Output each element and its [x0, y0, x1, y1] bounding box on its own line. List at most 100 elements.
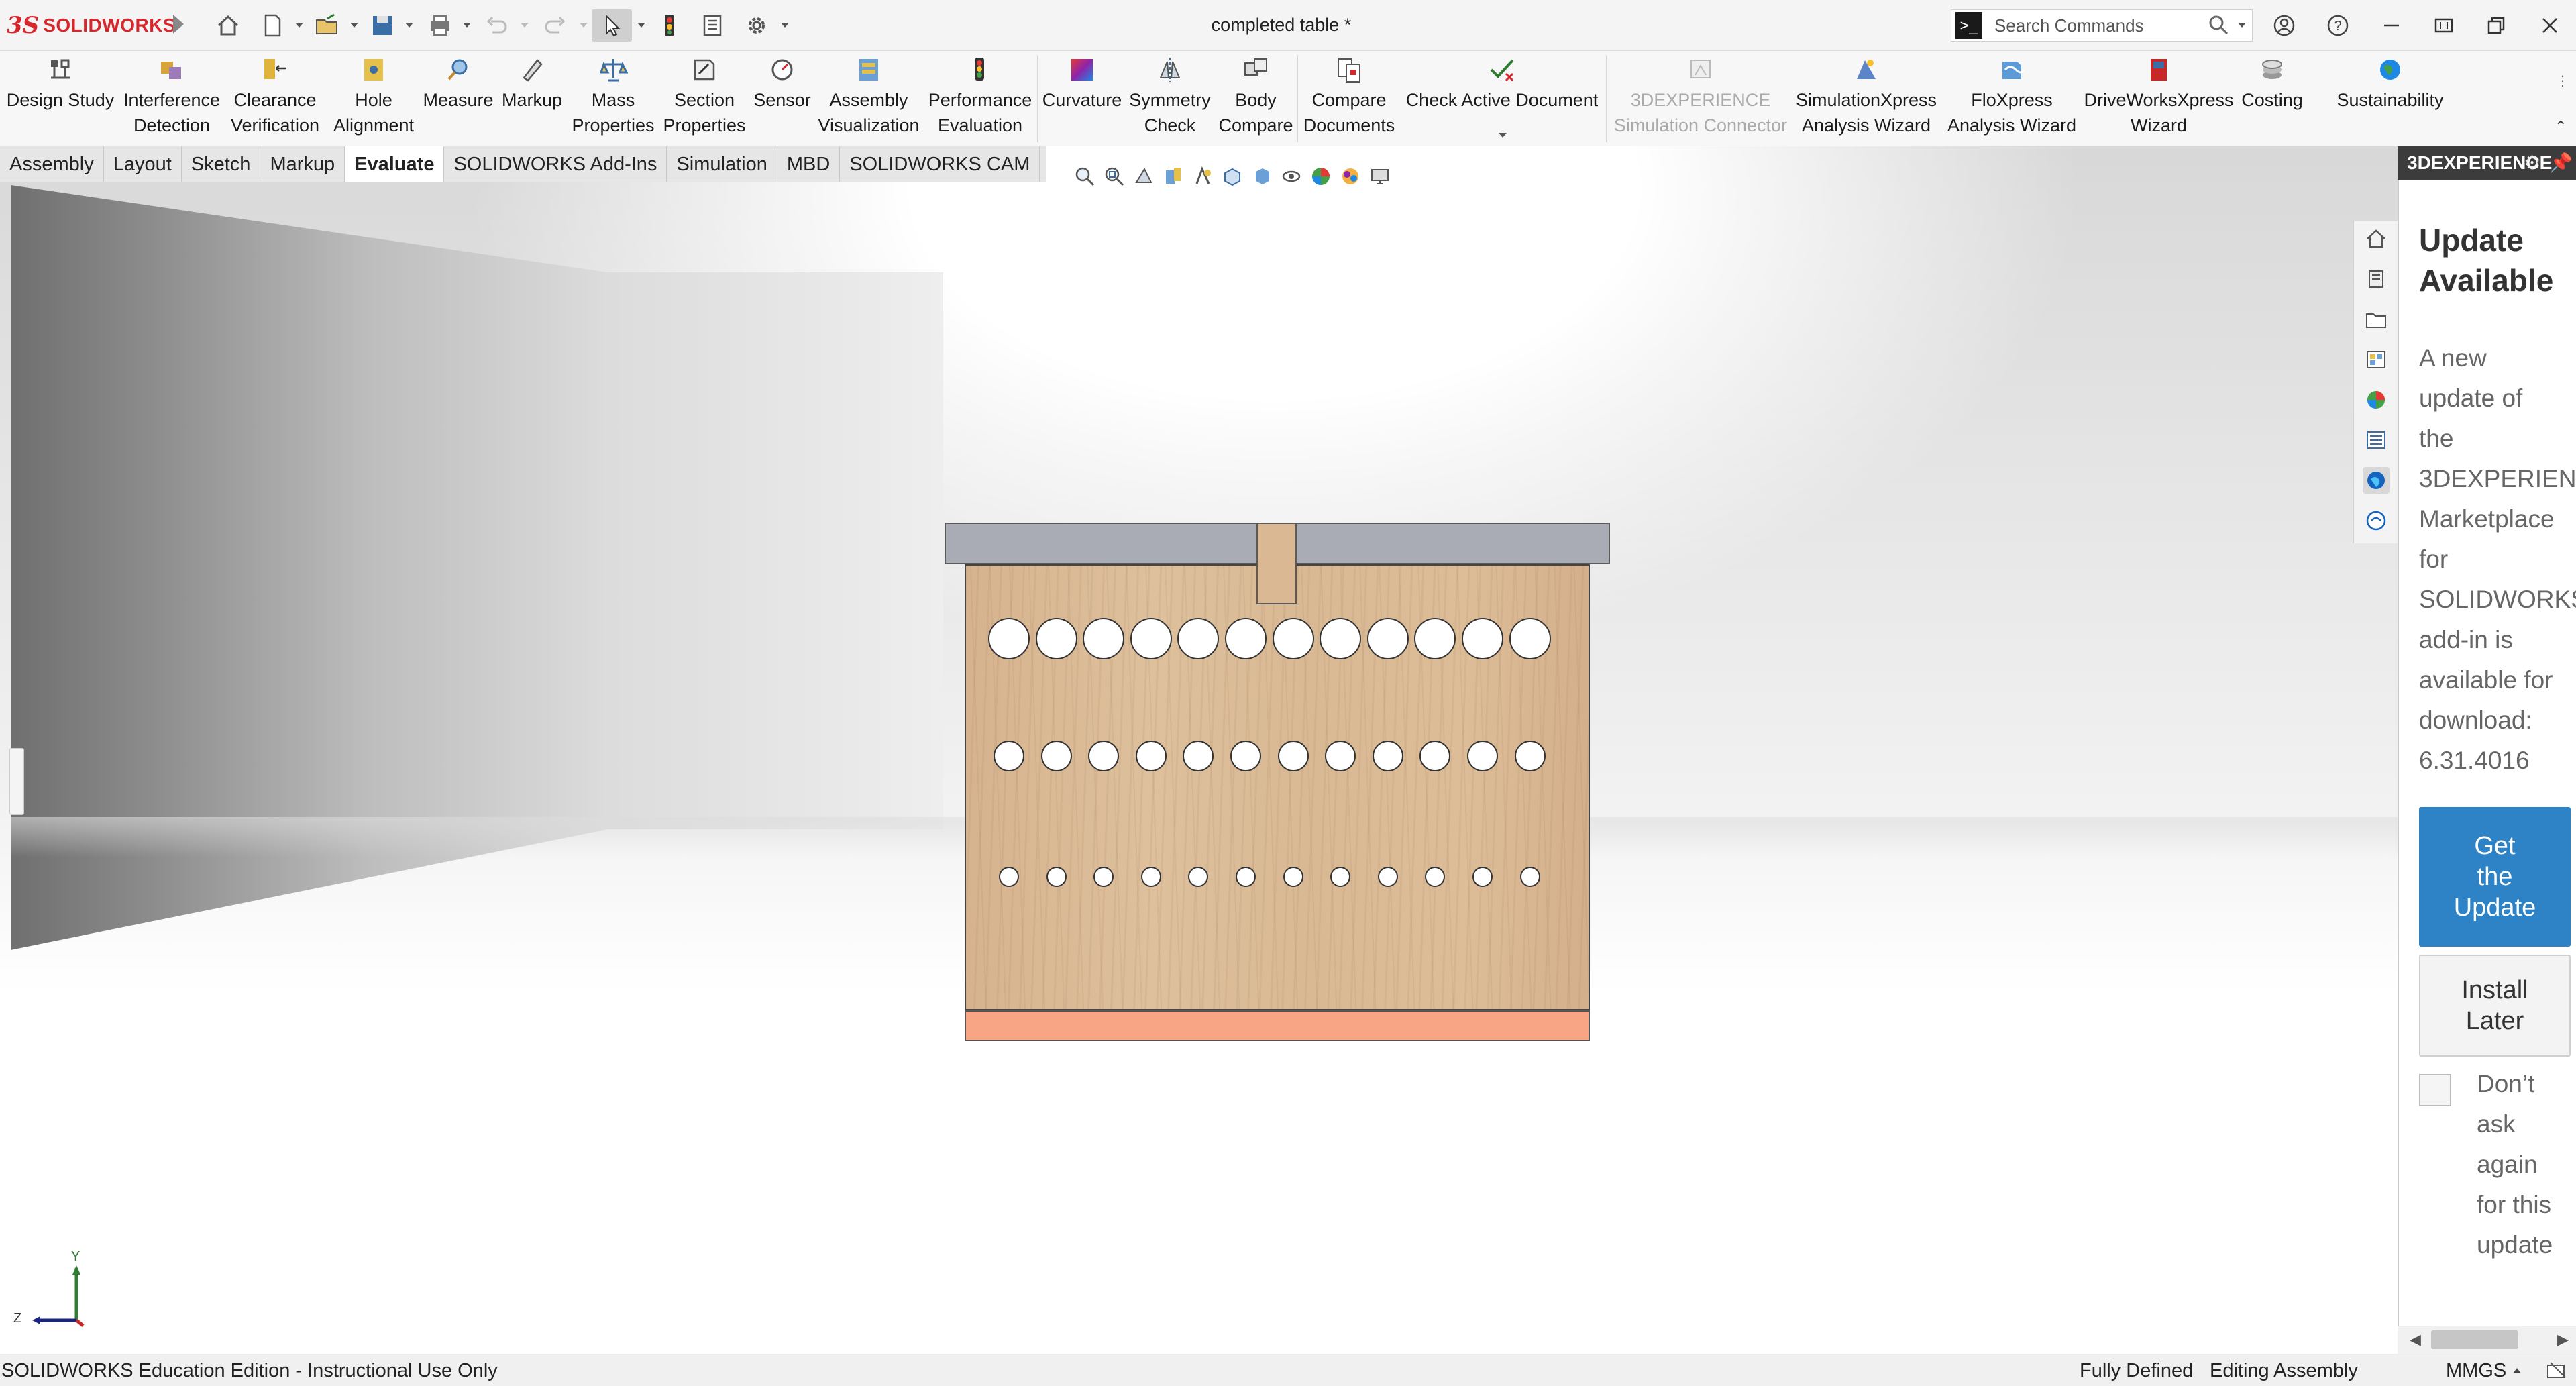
get-the-update-button[interactable]: Get the Update	[2419, 807, 2571, 947]
body-compare-button[interactable]: Body Compare	[1214, 51, 1297, 146]
view-palette-icon[interactable]	[2363, 346, 2390, 373]
tab-assembly[interactable]: Assembly	[0, 146, 104, 182]
unit-system-arrow-icon[interactable]	[2513, 1368, 2521, 1373]
redo-dropdown-icon[interactable]	[580, 23, 588, 28]
edit-appearance-icon[interactable]	[1308, 164, 1334, 189]
minimize-icon[interactable]	[2375, 9, 2408, 42]
design-study-button[interactable]: Design Study	[3, 51, 118, 146]
measure-button[interactable]: Measure	[420, 51, 496, 146]
apply-scene-icon[interactable]	[1338, 164, 1363, 189]
new-document-icon[interactable]	[256, 9, 288, 42]
panel-hole	[1272, 618, 1314, 659]
custom-properties-icon[interactable]	[2363, 427, 2390, 454]
performance-evaluation-button[interactable]: Performance Evaluation	[923, 51, 1037, 146]
home-icon[interactable]	[212, 9, 244, 42]
tab-simulation[interactable]: Simulation	[667, 146, 777, 182]
tab-layout[interactable]: Layout	[104, 146, 182, 182]
panel-pin-icon[interactable]: 📌	[2549, 152, 2573, 174]
dynamic-annotation-views-icon[interactable]	[1190, 164, 1216, 189]
tab-markup[interactable]: Markup	[260, 146, 345, 182]
costing-button[interactable]: Costing	[2231, 51, 2313, 146]
table-base-part[interactable]	[965, 1010, 1590, 1041]
check-active-document-button[interactable]: Check Active Document	[1399, 51, 1605, 146]
dont-ask-again-checkbox[interactable]	[2419, 1074, 2451, 1106]
ribbon-group-dropdown-icon[interactable]	[1499, 133, 1507, 138]
clearance-verification-button[interactable]: Clearance Verification	[227, 51, 323, 146]
symmetry-check-button[interactable]: Symmetry Check	[1124, 51, 1216, 146]
3dexperience-marketplace-icon[interactable]	[2363, 467, 2390, 494]
table-center-post-part[interactable]	[1256, 523, 1297, 604]
ribbon-overflow-icon[interactable]: ⋮	[2556, 72, 2569, 89]
markup-button[interactable]: Markup	[495, 51, 569, 146]
file-explorer-icon[interactable]	[2363, 306, 2390, 333]
section-properties-button[interactable]: Section Properties	[657, 51, 751, 146]
display-style-icon[interactable]	[1249, 164, 1275, 189]
scroll-right-arrow-icon[interactable]: ▶	[2557, 1331, 2569, 1348]
panel-settings-gear-icon[interactable]: ⚙	[2524, 152, 2540, 174]
collapse-ribbon-icon[interactable]: ⌃	[2555, 118, 2567, 136]
select-pointer-icon[interactable]	[592, 9, 632, 42]
unit-system-selector[interactable]: MMGS	[2446, 1354, 2506, 1386]
restore-tiles-icon[interactable]	[2427, 9, 2461, 42]
hole-alignment-button[interactable]: Hole Alignment	[325, 51, 423, 146]
interference-detection-button[interactable]: Interference Detection	[119, 51, 224, 146]
solidworks-logo[interactable]: 3S SOLIDWORKS	[7, 12, 176, 39]
view-orientation-icon[interactable]	[1220, 164, 1245, 189]
zoom-to-area-icon[interactable]	[1102, 164, 1127, 189]
select-dropdown-icon[interactable]	[637, 23, 645, 28]
ribbon-label: Costing	[2241, 90, 2303, 110]
sustainability-button[interactable]: Sustainability	[2321, 51, 2459, 146]
menu-expand-arrow-icon[interactable]	[173, 15, 184, 34]
undo-dropdown-icon[interactable]	[521, 23, 529, 28]
tab-solidworks-cam[interactable]: SOLIDWORKS CAM	[840, 146, 1040, 182]
save-dropdown-icon[interactable]	[405, 23, 413, 28]
title-bar: 3S SOLIDWORKS completed table * >_ Searc…	[0, 0, 2576, 51]
search-dropdown-icon[interactable]	[2238, 23, 2246, 28]
redo-icon[interactable]	[539, 9, 572, 42]
mass-properties-button[interactable]: Mass Properties	[569, 51, 657, 146]
file-properties-icon[interactable]	[696, 9, 729, 42]
open-dropdown-icon[interactable]	[350, 23, 358, 28]
tab-solidworks-add-ins[interactable]: SOLIDWORKS Add-Ins	[444, 146, 667, 182]
solidworks-resources-icon[interactable]	[2363, 225, 2390, 252]
previous-view-icon[interactable]	[1131, 164, 1157, 189]
print-icon[interactable]	[424, 9, 456, 42]
appearances-scenes-icon[interactable]	[2363, 386, 2390, 413]
feature-tree-flyout-handle[interactable]	[9, 748, 24, 815]
open-document-icon[interactable]	[311, 9, 343, 42]
install-later-button[interactable]: Install Later	[2419, 955, 2571, 1057]
search-icon[interactable]	[2207, 13, 2230, 40]
user-account-icon[interactable]	[2267, 9, 2301, 42]
driveworksxpress-wizard-button[interactable]: DriveWorksXpress Wizard	[2078, 51, 2239, 146]
solidworks-forum-icon[interactable]	[2363, 507, 2390, 534]
panel-scroll-thumb[interactable]	[2431, 1330, 2518, 1349]
close-icon[interactable]	[2533, 9, 2567, 42]
hide-show-items-icon[interactable]	[1279, 164, 1304, 189]
print-dropdown-icon[interactable]	[463, 23, 471, 28]
tab-sketch[interactable]: Sketch	[182, 146, 261, 182]
floxpress-wizard-button[interactable]: FloXpress Analysis Wizard	[1943, 51, 2081, 146]
section-view-icon[interactable]	[1161, 164, 1186, 189]
assembly-visualization-button[interactable]: Assembly Visualization	[812, 51, 926, 146]
view-settings-icon[interactable]	[1367, 164, 1393, 189]
options-gear-icon[interactable]	[741, 9, 773, 42]
undo-icon[interactable]	[480, 9, 513, 42]
symmetry-check-icon	[1159, 58, 1181, 82]
design-library-icon[interactable]	[2363, 266, 2390, 292]
options-dropdown-icon[interactable]	[781, 23, 789, 28]
scroll-left-arrow-icon[interactable]: ◀	[2410, 1331, 2421, 1348]
curvature-button[interactable]: Curvature	[1038, 51, 1126, 146]
rebuild-status-icon[interactable]	[2545, 1360, 2568, 1381]
rebuild-icon[interactable]	[656, 9, 683, 42]
tab-mbd[interactable]: MBD	[777, 146, 841, 182]
ribbon-label: Design Study	[6, 90, 115, 110]
zoom-to-fit-icon[interactable]	[1072, 164, 1097, 189]
restore-window-icon[interactable]	[2479, 9, 2513, 42]
save-icon[interactable]	[366, 9, 398, 42]
help-icon[interactable]: ?	[2321, 9, 2355, 42]
simulationxpress-wizard-button[interactable]: SimulationXpress Analysis Wizard	[1791, 51, 1941, 146]
compare-documents-button[interactable]: Compare Documents	[1299, 51, 1399, 146]
tab-evaluate[interactable]: Evaluate	[345, 146, 445, 182]
new-dropdown-icon[interactable]	[295, 23, 303, 28]
sensor-button[interactable]: Sensor	[750, 51, 814, 146]
